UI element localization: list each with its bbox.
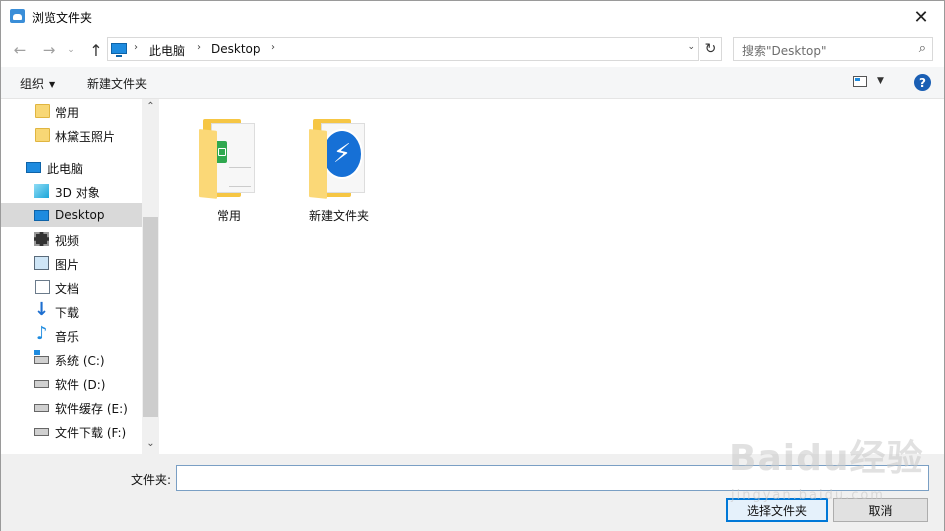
organize-label: 组织	[20, 77, 45, 91]
help-icon[interactable]: ?	[914, 74, 931, 91]
folder-tile-label: 新建文件夹	[308, 209, 369, 223]
nav-item-label: 音乐	[55, 330, 80, 344]
nav-item-music[interactable]: 音乐	[1, 323, 142, 347]
nav-item-drive-d[interactable]: 软件 (D:)	[1, 371, 142, 395]
search-placeholder: 搜索"Desktop"	[742, 44, 827, 58]
nav-item-label: 下载	[55, 306, 80, 320]
breadcrumb-this-pc[interactable]: 此电脑	[149, 42, 185, 59]
address-row: ← → ⌄ ↑ › 此电脑 › Desktop › ⌄ ↻ 搜索"Desktop…	[1, 33, 944, 67]
nav-item-drive-f[interactable]: 文件下载 (F:)	[1, 419, 142, 443]
nav-item-favorites[interactable]: 常用	[1, 99, 142, 123]
nav-item-label: 图片	[55, 258, 80, 272]
nav-item-label: 软件缓存 (E:)	[55, 402, 128, 416]
drive-icon	[34, 380, 49, 388]
address-bar[interactable]: › 此电脑 › Desktop › ⌄	[107, 37, 699, 61]
forward-button[interactable]: →	[38, 39, 60, 61]
folder-tile-favorites[interactable]: 常用	[179, 113, 279, 223]
chevron-down-icon: ▼	[49, 80, 56, 89]
baidu-watermark: Baidu经验	[729, 438, 924, 479]
breadcrumb-separator[interactable]: ›	[271, 42, 275, 53]
nav-item-downloads[interactable]: 下载	[1, 299, 142, 323]
cloud-folder-icon	[10, 9, 25, 23]
view-dropdown-icon[interactable]: ▼	[877, 76, 884, 86]
folder-icon	[35, 128, 50, 142]
nav-item-label: 文档	[55, 282, 80, 296]
folder-app-icon: ⚡	[307, 119, 371, 199]
breadcrumb-desktop[interactable]: Desktop	[211, 42, 261, 56]
folder-field-label: 文件夹:	[131, 473, 172, 487]
navigation-pane: 常用 林黛玉照片 此电脑 3D 对象 Desktop 视频 图片 文档 ↓ 下载…	[1, 99, 159, 454]
nav-item-label: 软件 (D:)	[55, 378, 106, 392]
back-button[interactable]: ←	[9, 39, 31, 61]
nav-item-this-pc[interactable]: 此电脑	[1, 155, 142, 179]
browse-folder-dialog: 浏览文件夹 ✕ ← → ⌄ ↑ › 此电脑 › Desktop › ⌄ ↻ 搜索…	[0, 0, 945, 531]
nav-item-label: 常用	[55, 106, 80, 120]
3d-objects-icon	[34, 184, 49, 198]
nav-item-3d-objects[interactable]: 3D 对象	[1, 179, 142, 203]
nav-scrollbar[interactable]: ⌃ ⌄	[142, 99, 159, 454]
folder-excel-icon	[197, 119, 261, 199]
nav-item-label: 文件下载 (F:)	[55, 426, 127, 440]
nav-item-label: 3D 对象	[55, 186, 100, 200]
computer-icon	[26, 162, 41, 173]
address-dropdown-icon[interactable]: ⌄	[687, 42, 695, 52]
command-toolbar: 组织 ▼ 新建文件夹 ▼ ?	[1, 67, 944, 99]
search-input[interactable]: 搜索"Desktop" ⌕	[733, 37, 933, 61]
drive-icon	[34, 404, 49, 412]
nav-item-drive-c[interactable]: 系统 (C:)	[1, 347, 142, 371]
view-options-icon[interactable]	[853, 76, 867, 87]
drive-c-icon	[34, 350, 49, 364]
video-icon	[34, 232, 49, 246]
title-bar: 浏览文件夹 ✕	[1, 1, 944, 33]
nav-item-desktop[interactable]: Desktop	[1, 203, 142, 227]
nav-item-label: Desktop	[55, 208, 105, 222]
nav-item-drive-e[interactable]: 软件缓存 (E:)	[1, 395, 142, 419]
documents-icon	[35, 280, 50, 294]
nav-item-label: 林黛玉照片	[55, 130, 116, 144]
scrollbar-thumb[interactable]	[143, 217, 158, 417]
search-icon[interactable]: ⌕	[919, 41, 926, 56]
organize-menu[interactable]: 组织 ▼	[20, 75, 55, 92]
folder-tile-new-folder[interactable]: ⚡ 新建文件夹	[289, 113, 389, 223]
breadcrumb-separator[interactable]: ›	[197, 42, 201, 53]
downloads-icon	[34, 299, 50, 320]
nav-item-label: 系统 (C:)	[55, 354, 105, 368]
folder-view: 常用 ⚡ 新建文件夹	[159, 99, 944, 454]
nav-item-photos[interactable]: 林黛玉照片	[1, 123, 142, 147]
close-button[interactable]: ✕	[898, 1, 944, 33]
window-title: 浏览文件夹	[32, 11, 93, 25]
breadcrumb-separator[interactable]: ›	[134, 42, 138, 53]
nav-item-label: 视频	[55, 234, 80, 248]
refresh-button[interactable]: ↻	[700, 37, 722, 61]
computer-icon	[111, 43, 127, 57]
lightning-icon: ⚡	[321, 129, 363, 179]
nav-item-documents[interactable]: 文档	[1, 275, 142, 299]
scroll-up-icon[interactable]: ⌃	[142, 101, 159, 117]
new-folder-button[interactable]: 新建文件夹	[87, 75, 147, 92]
desktop-icon	[34, 210, 49, 221]
up-button[interactable]: ↑	[85, 39, 107, 61]
nav-item-pictures[interactable]: 图片	[1, 251, 142, 275]
pictures-icon	[34, 256, 49, 270]
recent-locations-button[interactable]: ⌄	[65, 39, 77, 61]
nav-item-videos[interactable]: 视频	[1, 227, 142, 251]
nav-item-label: 此电脑	[47, 162, 84, 176]
scroll-down-icon[interactable]: ⌄	[142, 438, 159, 454]
music-icon	[35, 323, 50, 344]
baidu-watermark-url: jingyan.baidu.com	[731, 488, 885, 503]
folder-tile-label: 常用	[216, 209, 241, 223]
folder-icon	[35, 104, 50, 118]
drive-icon	[34, 428, 49, 436]
